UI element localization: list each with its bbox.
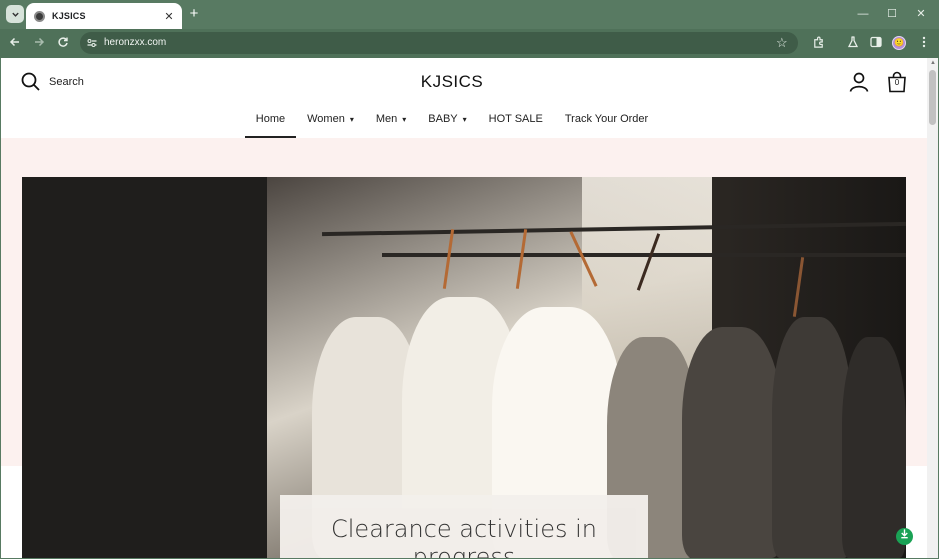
tab-title: KJSICS bbox=[52, 11, 86, 21]
hero-caption: Clearance activities in progress bbox=[331, 515, 597, 558]
cart-count-badge: 0 bbox=[894, 78, 900, 87]
hero-shadow-area bbox=[22, 177, 267, 558]
address-bar[interactable] bbox=[80, 32, 798, 54]
chevron-down-icon: ▾ bbox=[402, 115, 407, 124]
bookmark-star-icon[interactable]: ☆ bbox=[776, 35, 788, 51]
nav-label: Track Your Order bbox=[564, 113, 649, 125]
nav-label: Women bbox=[307, 113, 345, 125]
nav-label: BABY bbox=[428, 113, 458, 125]
nav-label: HOT SALE bbox=[488, 113, 543, 125]
garment bbox=[682, 327, 782, 558]
minimize-button[interactable]: — bbox=[855, 6, 871, 22]
browser-window: KJSICS ✕ + — ☐ ✕ heronzxx.com ☆ 🙂 Search… bbox=[0, 0, 939, 559]
site-header: Search KJSICS 0 Home Women ▾ Men ▾ BABY … bbox=[1, 58, 927, 138]
site-info-icon[interactable] bbox=[86, 37, 98, 49]
nav-item-home[interactable]: Home bbox=[244, 113, 297, 138]
back-icon[interactable] bbox=[7, 36, 23, 52]
hero-caption-box: Clearance activities in progress bbox=[280, 495, 648, 558]
web-page: Search KJSICS 0 Home Women ▾ Men ▾ BABY … bbox=[1, 58, 927, 558]
tab-search-icon[interactable] bbox=[6, 5, 24, 23]
labs-icon[interactable] bbox=[846, 36, 860, 50]
maximize-button[interactable]: ☐ bbox=[884, 6, 900, 22]
close-window-button[interactable]: ✕ bbox=[913, 6, 929, 22]
chevron-down-icon: ▾ bbox=[349, 115, 354, 124]
clothes-rail-back bbox=[382, 253, 906, 257]
account-icon[interactable] bbox=[849, 72, 869, 92]
scrollbar-thumb[interactable] bbox=[929, 70, 936, 125]
nav-label: Men bbox=[375, 113, 398, 125]
nav-item-baby[interactable]: BABY ▾ bbox=[417, 113, 477, 138]
scroll-up-icon[interactable]: ▲ bbox=[929, 60, 937, 66]
page-scrollbar[interactable] bbox=[927, 58, 938, 558]
reload-icon[interactable] bbox=[55, 36, 71, 52]
garment bbox=[842, 337, 906, 558]
nav-item-track-order[interactable]: Track Your Order bbox=[554, 113, 659, 138]
url-text[interactable]: heronzxx.com bbox=[104, 37, 166, 48]
browser-tab[interactable]: KJSICS ✕ bbox=[26, 3, 182, 29]
download-arrow-icon bbox=[901, 529, 908, 539]
page-margin-left bbox=[1, 466, 22, 558]
profile-avatar[interactable]: 🙂 bbox=[892, 36, 906, 50]
forward-icon[interactable] bbox=[31, 36, 47, 52]
nav-item-men[interactable]: Men ▾ bbox=[365, 113, 417, 138]
main-nav: Home Women ▾ Men ▾ BABY ▾ HOT SALE Track… bbox=[1, 113, 903, 138]
nav-item-women[interactable]: Women ▾ bbox=[296, 113, 365, 138]
chevron-down-icon: ▾ bbox=[462, 115, 467, 124]
extensions-icon[interactable] bbox=[811, 36, 825, 50]
garment bbox=[772, 317, 852, 558]
page-margin-right bbox=[906, 466, 927, 558]
tab-close-icon[interactable]: ✕ bbox=[162, 9, 176, 23]
nav-label: Home bbox=[255, 113, 286, 125]
new-tab-button[interactable]: + bbox=[186, 6, 202, 22]
nav-item-hot-sale[interactable]: HOT SALE bbox=[478, 113, 554, 138]
cart-button[interactable]: 0 bbox=[887, 71, 907, 93]
side-panel-icon[interactable] bbox=[869, 36, 883, 50]
favicon-icon bbox=[34, 10, 45, 22]
site-logo[interactable]: KJSICS bbox=[1, 72, 903, 92]
floating-help-button[interactable] bbox=[896, 528, 913, 545]
menu-kebab-icon[interactable] bbox=[917, 36, 931, 50]
